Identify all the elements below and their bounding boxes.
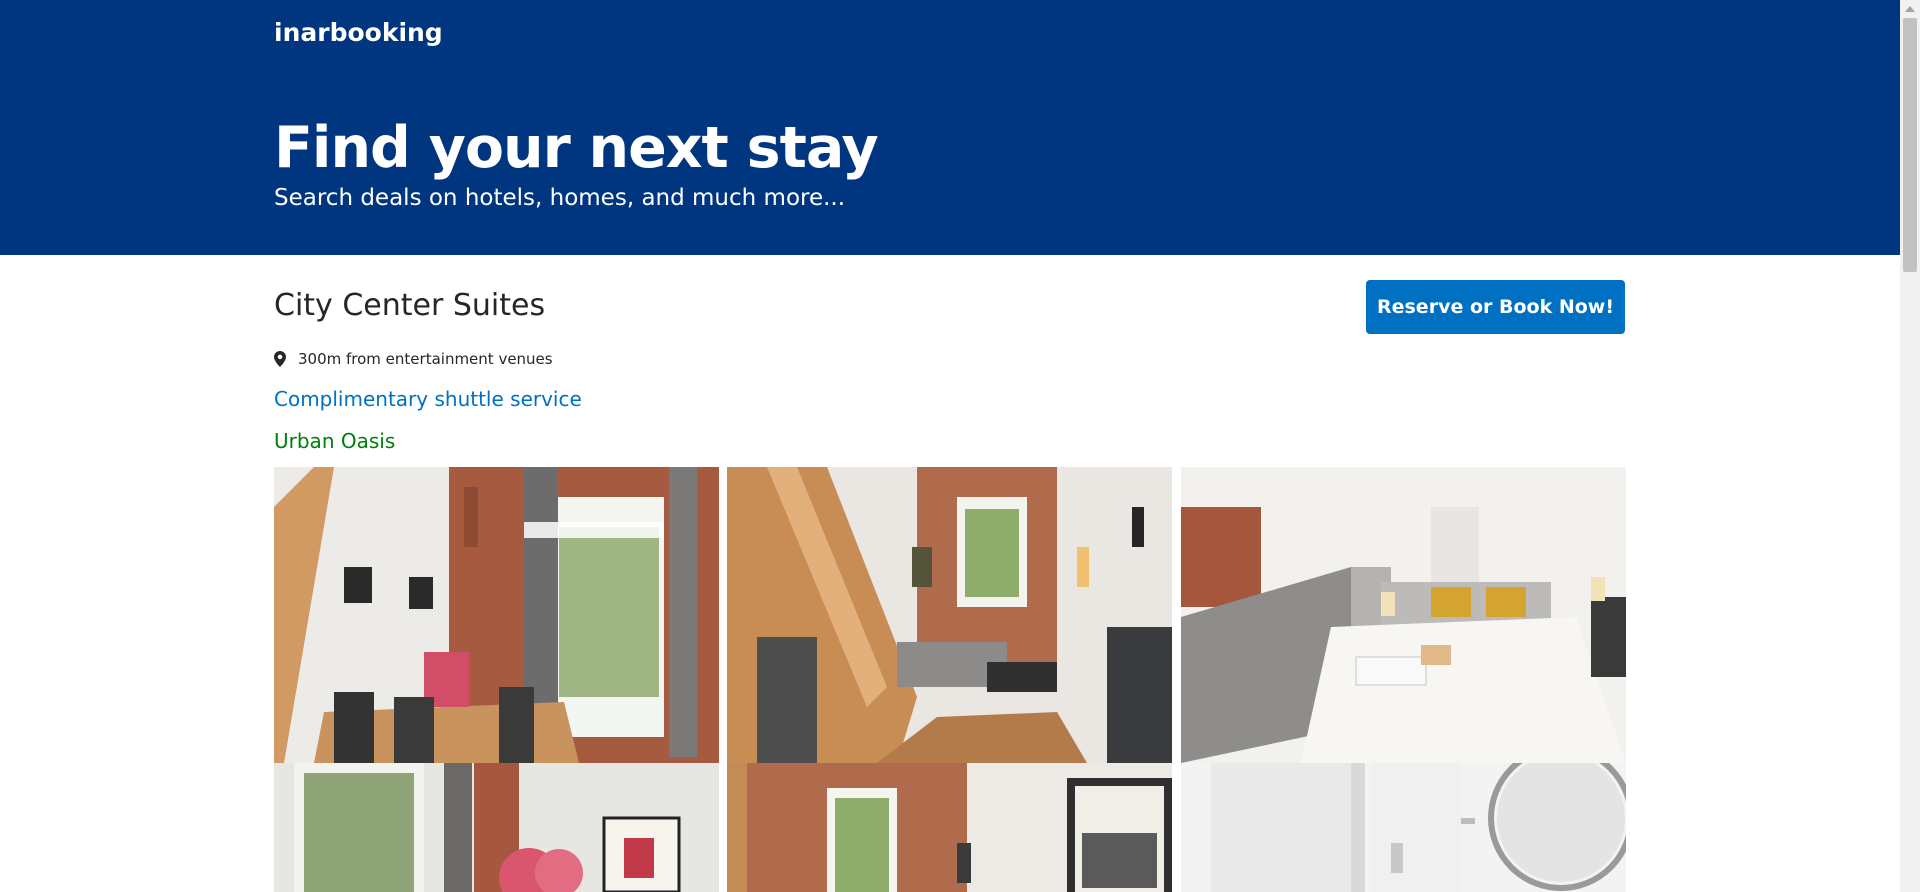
- gallery-photo-dining-room[interactable]: [274, 467, 719, 763]
- gallery-photo-loft-bedroom[interactable]: [1181, 467, 1626, 763]
- hero-header: inarbooking Find your next stay Search d…: [0, 0, 1900, 255]
- hotel-perk-link[interactable]: Complimentary shuttle service: [274, 387, 582, 411]
- map-pin-icon: [274, 351, 286, 367]
- reserve-book-button[interactable]: Reserve or Book Now!: [1366, 280, 1625, 334]
- page: inarbooking Find your next stay Search d…: [0, 0, 1920, 892]
- hotel-name: City Center Suites: [274, 288, 546, 323]
- brand-logo[interactable]: inarbooking: [274, 18, 443, 47]
- location-text: 300m from entertainment venues: [298, 350, 553, 368]
- gallery-photo-bathroom[interactable]: [1181, 763, 1626, 892]
- hotel-tag: Urban Oasis: [274, 429, 396, 453]
- photo-gallery: [274, 467, 1626, 892]
- scroll-up-arrow-icon[interactable]: [1905, 6, 1915, 12]
- gallery-photo-living-room[interactable]: [727, 467, 1172, 763]
- page-scrollbar[interactable]: [1900, 0, 1920, 892]
- hotel-location: 300m from entertainment venues: [274, 350, 553, 368]
- hero-title: Find your next stay: [274, 115, 879, 181]
- hero-subtitle: Search deals on hotels, homes, and much …: [274, 185, 846, 211]
- gallery-photo-window-flowers[interactable]: [274, 763, 719, 892]
- gallery-photo-poster-window[interactable]: [727, 763, 1172, 892]
- scrollbar-thumb[interactable]: [1903, 18, 1917, 272]
